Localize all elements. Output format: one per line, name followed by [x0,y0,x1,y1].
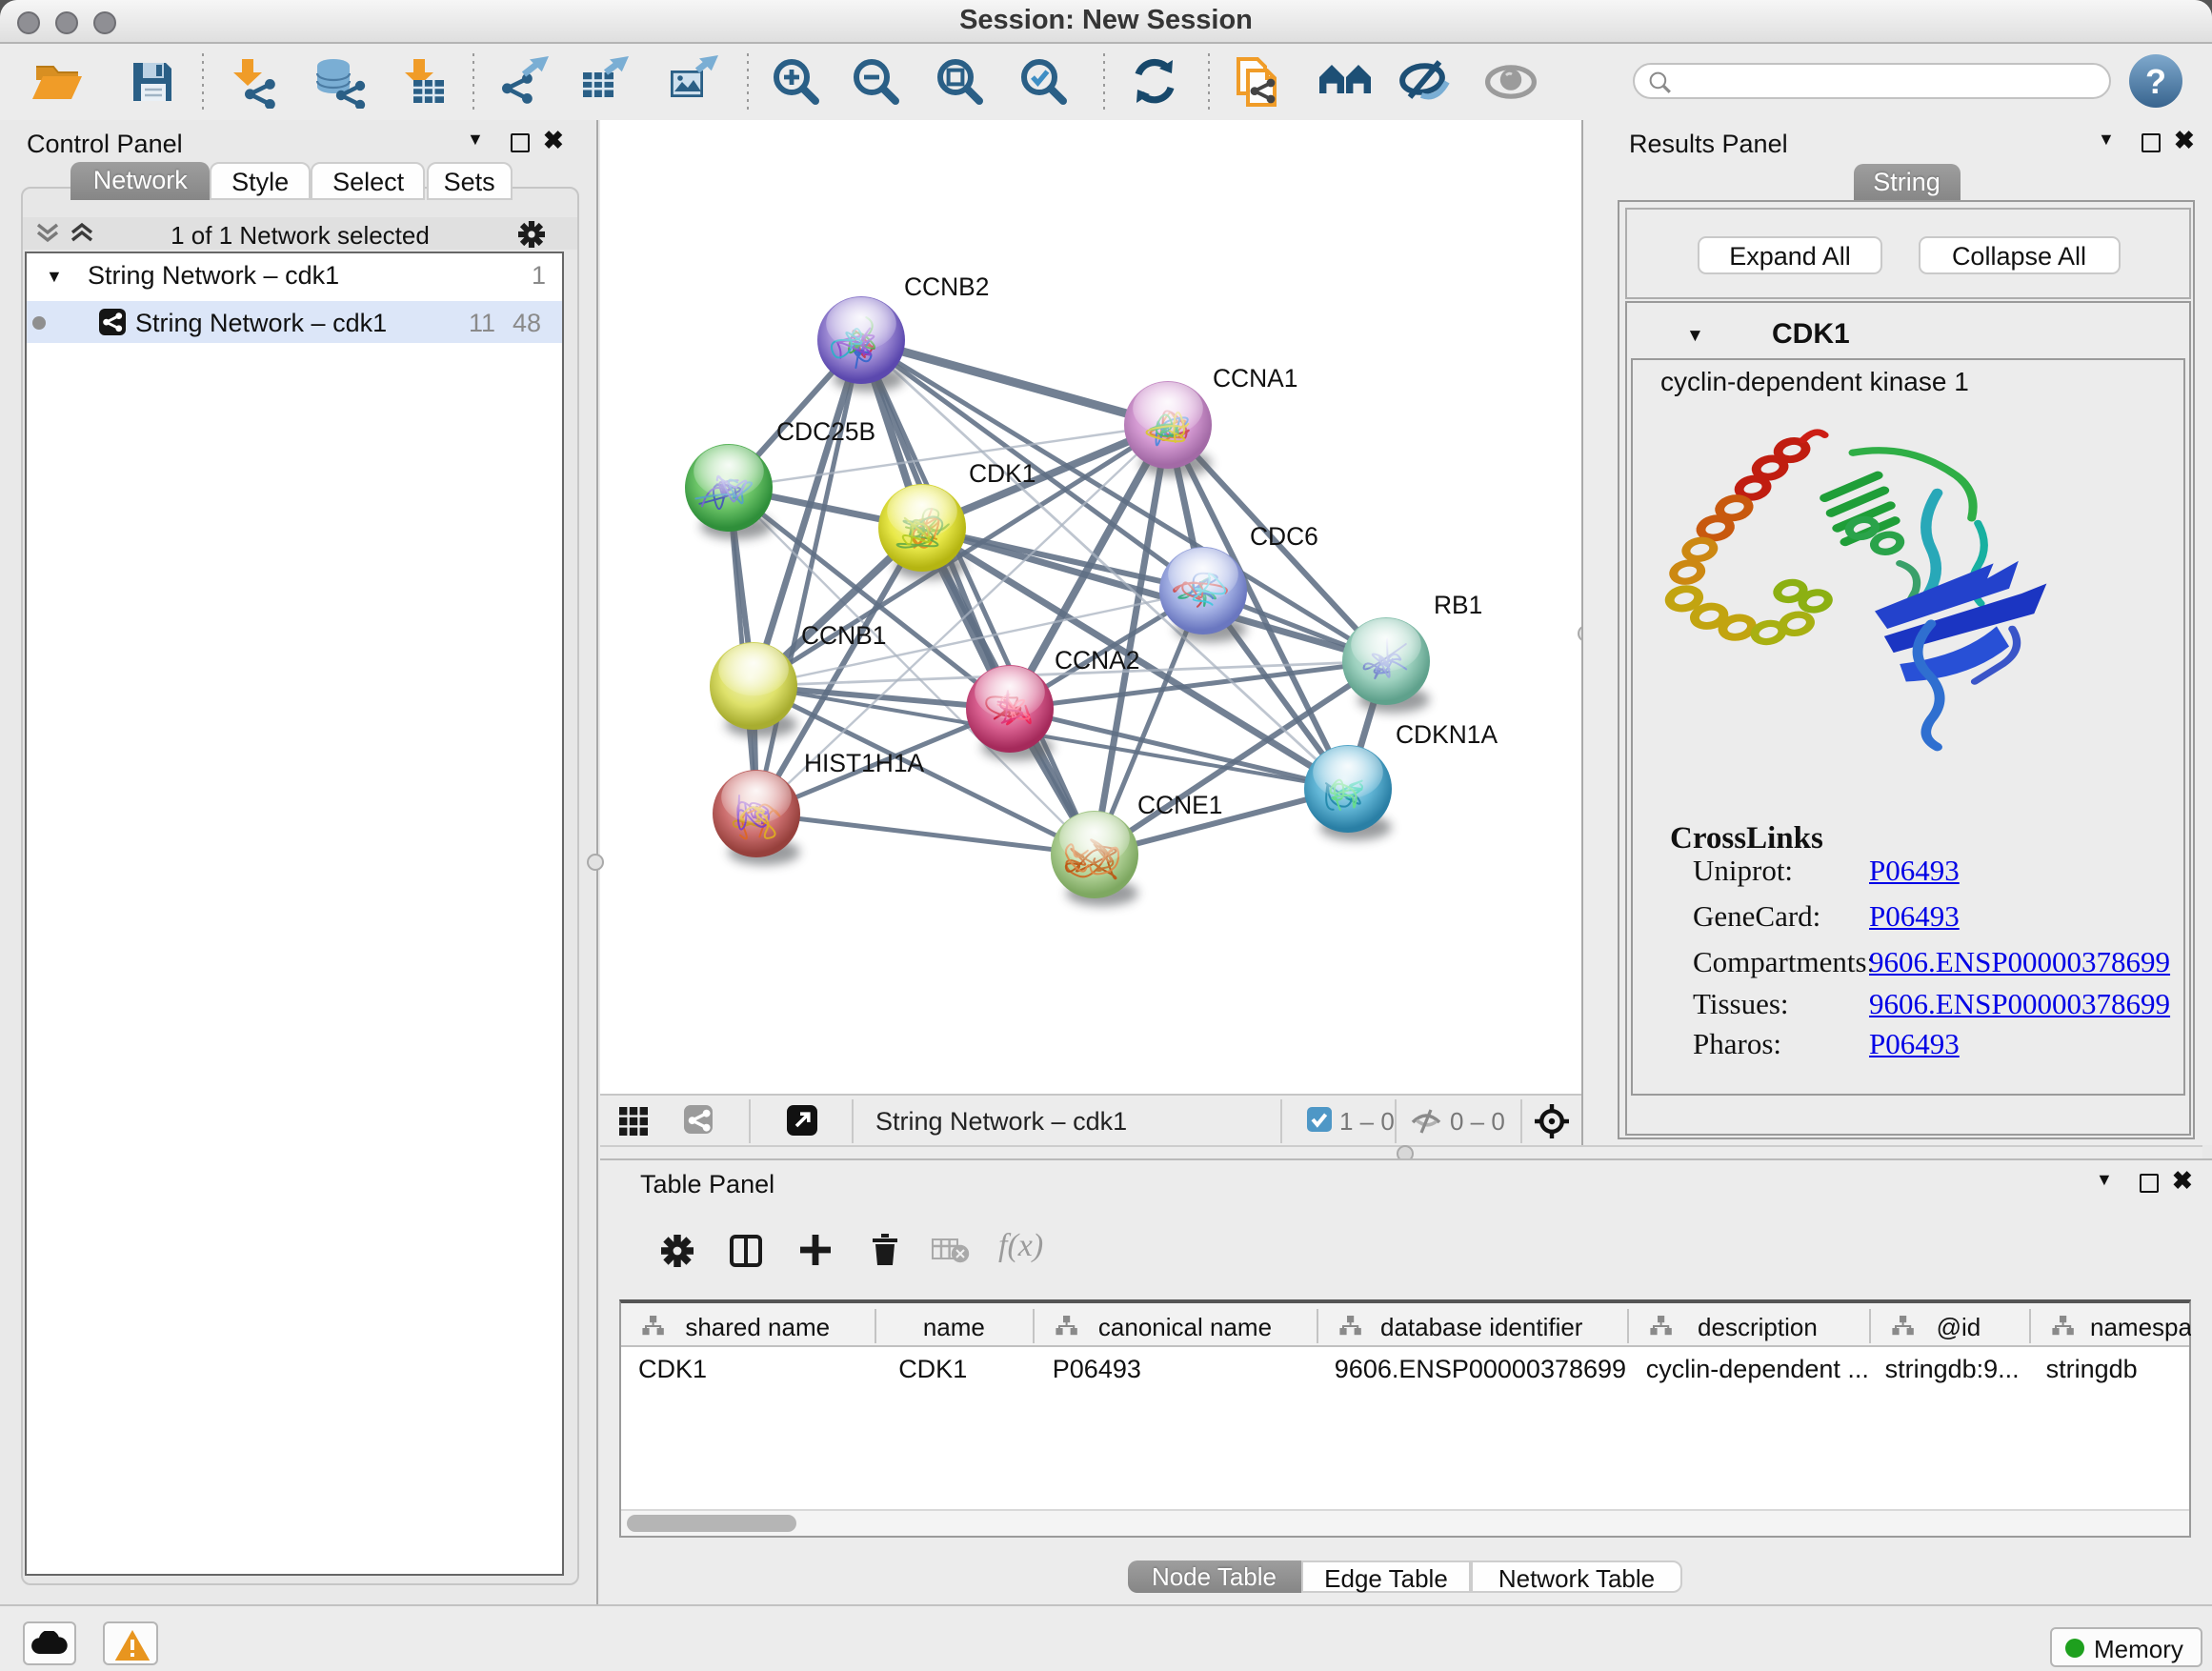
svg-text:CCNB1: CCNB1 [801,621,886,650]
svg-text:RB1: RB1 [1434,591,1482,619]
svg-text:CDK1: CDK1 [969,459,1036,488]
svg-text:?: ? [2145,61,2166,100]
svg-text:CCNA2: CCNA2 [1055,646,1139,674]
svg-text:CCNE1: CCNE1 [1137,791,1222,819]
svg-text:CDKN1A: CDKN1A [1396,720,1498,749]
svg-text:CDC6: CDC6 [1250,522,1318,551]
svg-text:CCNA1: CCNA1 [1213,364,1297,393]
svg-text:HIST1H1A: HIST1H1A [804,749,925,777]
svg-text:CCNB2: CCNB2 [904,272,989,301]
svg-text:CDC25B: CDC25B [776,417,875,446]
